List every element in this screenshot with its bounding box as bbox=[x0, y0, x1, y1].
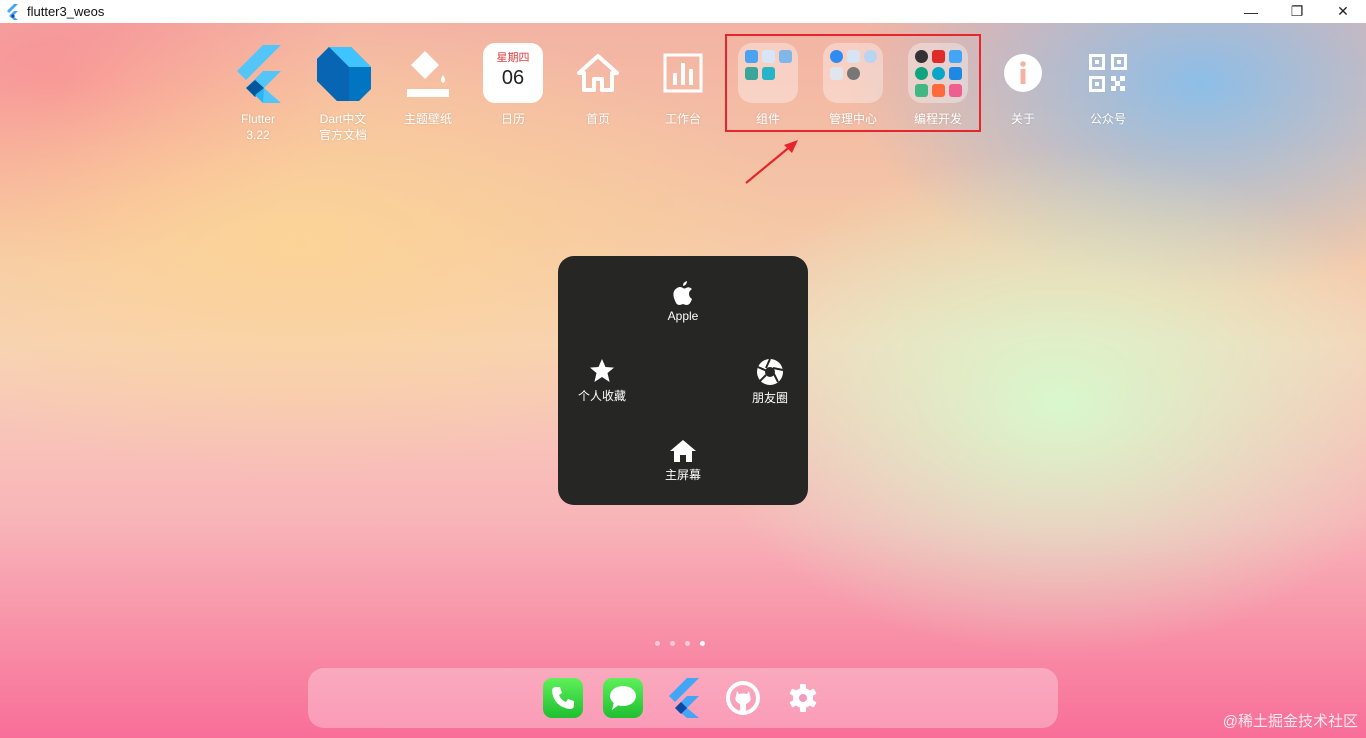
touch-apple[interactable]: Apple bbox=[643, 280, 723, 323]
qrcode-icon bbox=[1089, 54, 1127, 92]
settings-icon bbox=[789, 684, 817, 712]
app-calendar[interactable]: 星期四 06 日历 bbox=[478, 43, 548, 127]
app-flutter[interactable]: Flutter 3.22 bbox=[223, 43, 293, 143]
touch-label: 朋友圈 bbox=[751, 391, 788, 405]
page-dot-active[interactable] bbox=[700, 641, 705, 646]
page-indicator bbox=[655, 641, 705, 646]
info-icon bbox=[1004, 54, 1042, 92]
window-title: flutter3_weos bbox=[27, 4, 105, 19]
touch-label: Apple bbox=[667, 309, 699, 323]
dock-flutter[interactable] bbox=[663, 678, 703, 718]
github-icon bbox=[726, 681, 760, 715]
close-button[interactable]: ✕ bbox=[1320, 0, 1366, 23]
bar-chart-icon bbox=[663, 53, 703, 93]
calendar-weekday: 星期四 bbox=[496, 52, 530, 64]
app-label: 首页 bbox=[585, 112, 610, 126]
touch-home-screen[interactable]: 主屏幕 bbox=[643, 439, 723, 483]
app-official-account[interactable]: 公众号 bbox=[1073, 43, 1143, 127]
touch-favorites[interactable]: 个人收藏 bbox=[562, 358, 642, 404]
minimize-button[interactable]: — bbox=[1228, 0, 1274, 23]
restore-button[interactable]: ❐ bbox=[1274, 0, 1320, 23]
title-bar: flutter3_weos — ❐ ✕ bbox=[0, 0, 1366, 23]
home-icon bbox=[670, 440, 696, 462]
star-icon bbox=[590, 359, 614, 382]
touch-label: 个人收藏 bbox=[577, 389, 626, 403]
dock bbox=[308, 668, 1058, 728]
app-label: 日历 bbox=[500, 112, 525, 126]
calendar-day: 06 bbox=[501, 67, 525, 89]
desktop: Flutter 3.22 Dart中文 官方文档 主题壁纸 星期四 06 日历 … bbox=[0, 23, 1366, 738]
phone-icon bbox=[552, 687, 574, 709]
app-label: Flutter bbox=[240, 112, 275, 126]
flutter-app-icon bbox=[7, 3, 18, 20]
app-dart-docs[interactable]: Dart中文 官方文档 bbox=[308, 43, 378, 143]
page-dot[interactable] bbox=[685, 641, 690, 646]
annotation-arrow-icon bbox=[745, 140, 798, 184]
apple-icon bbox=[673, 281, 692, 305]
aperture-icon bbox=[757, 358, 784, 385]
calendar-icon: 星期四 06 bbox=[483, 43, 543, 103]
app-theme-wallpaper[interactable]: 主题壁纸 bbox=[393, 43, 463, 127]
messages-icon bbox=[610, 686, 636, 710]
dock-settings[interactable] bbox=[783, 678, 823, 718]
watermark: @稀土掘金技术社区 bbox=[1222, 713, 1358, 730]
app-label: 工作台 bbox=[664, 112, 701, 126]
paint-bucket-icon bbox=[407, 51, 449, 97]
app-label: 公众号 bbox=[1089, 112, 1126, 126]
dock-messages[interactable] bbox=[603, 678, 643, 718]
annotation-highlight-box bbox=[725, 34, 981, 132]
touch-label: 主屏幕 bbox=[664, 468, 701, 482]
assistive-touch-panel: Apple 个人收藏 朋友圈 主屏幕 bbox=[558, 256, 808, 505]
page-dot[interactable] bbox=[670, 641, 675, 646]
page-dot[interactable] bbox=[655, 641, 660, 646]
app-label-sub: 3.22 bbox=[246, 128, 270, 142]
flutter-logo-icon bbox=[237, 45, 281, 103]
app-workbench[interactable]: 工作台 bbox=[648, 43, 718, 127]
app-about[interactable]: 关于 bbox=[988, 43, 1058, 127]
app-label-sub: 官方文档 bbox=[318, 128, 367, 142]
home-icon bbox=[577, 54, 619, 92]
app-label: 关于 bbox=[1010, 112, 1035, 126]
app-home[interactable]: 首页 bbox=[563, 43, 633, 127]
flutter-icon bbox=[669, 678, 699, 718]
dock-phone[interactable] bbox=[543, 678, 583, 718]
dock-github[interactable] bbox=[723, 678, 763, 718]
app-label: Dart中文 bbox=[319, 112, 367, 126]
app-label: 主题壁纸 bbox=[403, 112, 452, 126]
touch-moments[interactable]: 朋友圈 bbox=[730, 358, 810, 406]
dart-logo-icon bbox=[317, 47, 371, 101]
